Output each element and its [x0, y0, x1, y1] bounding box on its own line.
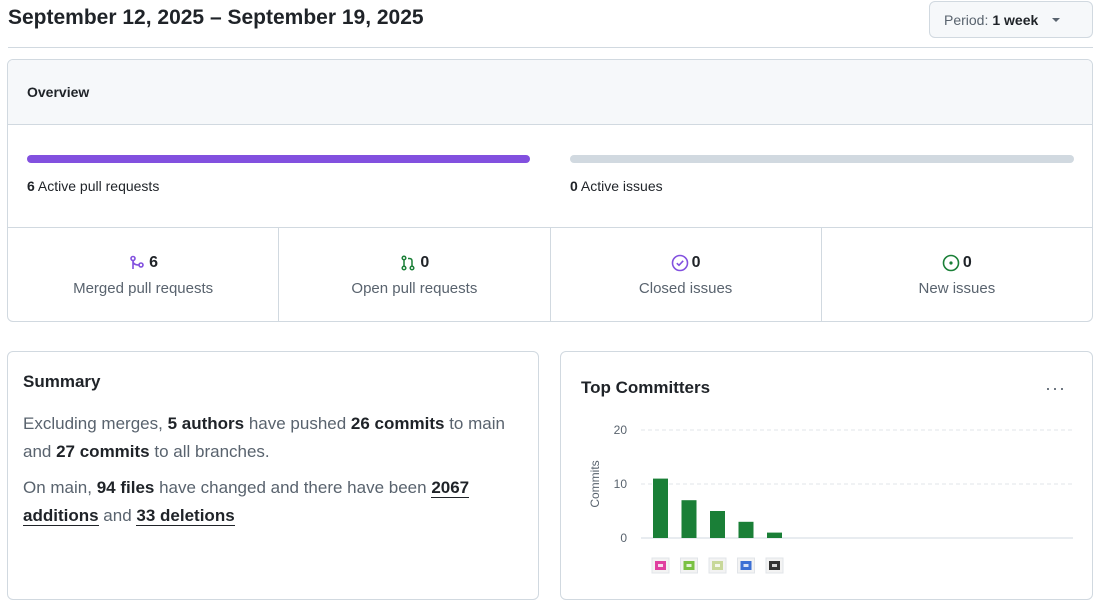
- active-pr-text: Active pull requests: [37, 178, 160, 194]
- top-committers-panel: Top Committers ··· 0 10 20 Commits: [560, 351, 1093, 600]
- merged-pr-count: 6: [149, 254, 159, 271]
- deletions-link[interactable]: 33 deletions: [136, 506, 235, 526]
- pull-request-bar: [27, 155, 530, 163]
- period-button[interactable]: Period: 1 week: [929, 1, 1093, 38]
- committer-bar: [767, 532, 782, 538]
- summary-changes-text: On main, 94 files have changed and there…: [23, 478, 470, 526]
- period-prefix: Period:: [944, 11, 989, 28]
- stats-row: 6 Merged pull requests 0 Open pull reque…: [8, 228, 1092, 321]
- committer-bar: [653, 478, 668, 538]
- committer-bar: [710, 511, 725, 538]
- committer-avatar[interactable]: [737, 557, 755, 574]
- deletions-count: 33: [136, 506, 156, 525]
- caret-down-icon: [1052, 17, 1061, 22]
- header: September 12, 2025 – September 19, 2025 …: [8, 0, 1093, 48]
- committer-avatar[interactable]: [680, 557, 698, 574]
- merged-pr-label: Merged pull requests: [73, 280, 214, 297]
- overview-title: Overview: [8, 60, 1092, 125]
- period-value: 1 week: [992, 11, 1039, 28]
- deletions-word: deletions: [160, 506, 235, 525]
- committer-avatar[interactable]: [765, 557, 784, 574]
- additions-word: additions: [23, 506, 99, 525]
- closed-issues-count: 0: [691, 254, 701, 271]
- check-circle-icon: [671, 254, 689, 272]
- authors-count: 5 authors: [167, 414, 245, 433]
- summary-commits-text: Excluding merges, 5 authors have pushed …: [23, 414, 505, 461]
- summary-panel: Summary Excluding merges, 5 authors have…: [7, 351, 539, 600]
- new-issues-label: New issues: [918, 280, 996, 297]
- committer-avatar[interactable]: [708, 557, 727, 574]
- committer-bar: [738, 521, 754, 538]
- all-commits-count: 27 commits: [56, 442, 150, 461]
- closed-issues-label: Closed issues: [638, 280, 733, 297]
- active-issues-label[interactable]: 0 Active issues: [570, 178, 663, 194]
- files-changed-count: 94 files: [96, 478, 155, 497]
- overview-panel: Overview 6 Active pull requests 0 Active…: [7, 59, 1093, 322]
- stat-new-issues[interactable]: 0 New issues: [822, 228, 1092, 321]
- issue-bar: [570, 155, 1074, 163]
- activity-bars: 6 Active pull requests 0 Active issues: [8, 125, 1092, 228]
- top-committers-chart: 0 10 20 Commits: [588, 423, 1073, 574]
- issue-opened-icon: [942, 254, 960, 272]
- new-issues-count: 0: [962, 254, 972, 271]
- active-issue-text: Active issues: [580, 178, 663, 194]
- additions-count: 2067: [431, 478, 470, 497]
- summary-title: Summary: [23, 372, 101, 391]
- open-pr-count: 0: [420, 254, 430, 271]
- y-tick-label: 20: [614, 423, 628, 437]
- active-pull-requests-label[interactable]: 6 Active pull requests: [27, 178, 159, 194]
- active-issue-count: 0: [570, 178, 578, 194]
- y-tick-label: 10: [614, 477, 628, 491]
- merge-icon: [128, 254, 146, 272]
- y-tick-label: 0: [620, 531, 627, 545]
- date-range-title: September 12, 2025 – September 19, 2025: [8, 6, 424, 29]
- committer-bar: [681, 500, 697, 538]
- stat-open-pull-requests[interactable]: 0 Open pull requests: [279, 228, 551, 321]
- pull-request-icon: [399, 254, 417, 272]
- committer-avatar[interactable]: [651, 557, 670, 574]
- active-pr-count: 6: [27, 178, 35, 194]
- y-axis-label: Commits: [588, 460, 602, 507]
- open-pr-label: Open pull requests: [351, 280, 478, 297]
- stat-merged-pull-requests[interactable]: 6 Merged pull requests: [8, 228, 280, 321]
- stat-closed-issues[interactable]: 0 Closed issues: [551, 228, 822, 321]
- main-commits-count: 26 commits: [350, 414, 445, 433]
